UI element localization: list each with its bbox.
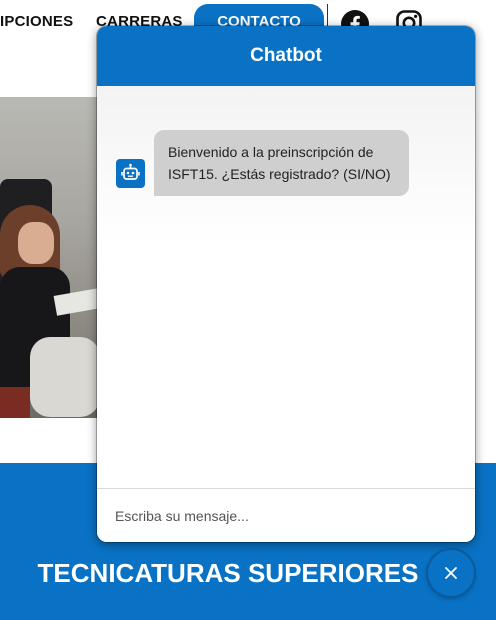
background-photo (0, 97, 100, 418)
chatbot-window: Chatbot Bienvenido a la preinscripción d… (97, 26, 475, 542)
close-chat-button[interactable] (428, 550, 474, 596)
chatbot-title: Chatbot (97, 26, 475, 86)
bot-message: Bienvenido a la preinscripción de ISFT15… (154, 130, 409, 196)
nav-link-inscripciones[interactable]: IPCIONES (0, 13, 73, 30)
band-title: TECNICATURAS SUPERIORES (37, 558, 419, 588)
message-input[interactable] (115, 503, 455, 529)
chat-input-row (97, 488, 475, 542)
chat-messages: Bienvenido a la preinscripción de ISFT15… (97, 86, 475, 488)
bot-icon (116, 159, 145, 188)
